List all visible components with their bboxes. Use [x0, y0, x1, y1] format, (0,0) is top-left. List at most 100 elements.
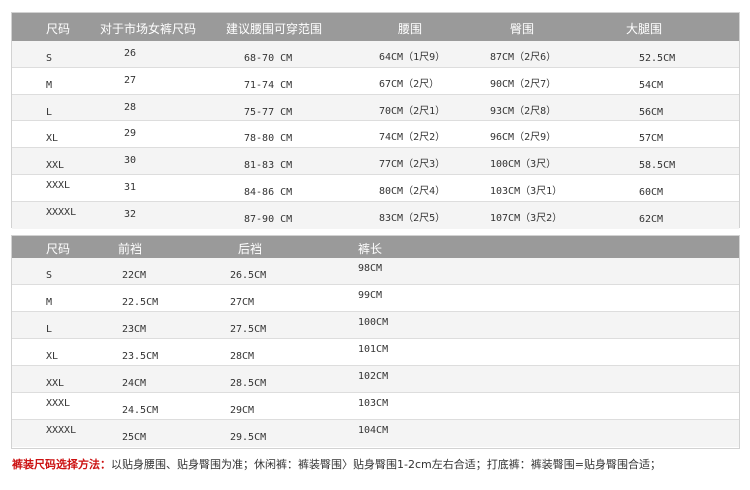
- cell-back-rise: 28.5CM: [230, 378, 267, 389]
- cell-waist: 67CM（2尺）: [379, 78, 440, 90]
- size-table-main-body: S 26 68-70 CM 64CM（1尺9） 87CM（2尺6） 52.5CM…: [12, 41, 739, 229]
- cell-size: XXL: [46, 378, 65, 389]
- cell-length: 102CM: [358, 371, 389, 382]
- table-row: XXXXL 25CM 29.5CM 104CM: [12, 420, 739, 447]
- cell-market-size: 31: [124, 181, 137, 193]
- cell-length: 103CM: [358, 398, 389, 409]
- cell-hip: 87CM（2尺6）: [490, 52, 557, 63]
- cell-size: XXXL: [46, 179, 71, 191]
- note-label: 裤装尺码选择方法：: [12, 458, 111, 471]
- cell-front-rise: 22CM: [122, 270, 147, 281]
- cell-market-size: 27: [124, 74, 137, 86]
- cell-size: M: [46, 79, 53, 91]
- header-front-rise: 前裆: [118, 242, 143, 256]
- cell-back-rise: 26.5CM: [230, 270, 267, 281]
- cell-front-rise: 24.5CM: [122, 405, 159, 416]
- table-row: L 23CM 27.5CM 100CM: [12, 312, 739, 339]
- cell-waist-range: 87-90 CM: [244, 213, 293, 225]
- size-table-main-header: 尺码 对于市场女裤尺码 建议腰围可穿范围 腰围 臀围 大腿围: [12, 13, 739, 41]
- header-length: 裤长: [358, 242, 383, 256]
- table-row: XL 23.5CM 28CM 101CM: [12, 339, 739, 366]
- table-row: XXL 24CM 28.5CM 102CM: [12, 366, 739, 393]
- cell-back-rise: 27CM: [230, 297, 255, 308]
- table-row: S 26 68-70 CM 64CM（1尺9） 87CM（2尺6） 52.5CM: [12, 41, 739, 68]
- note-text: 以贴身腰围、贴身臀围为准；休闲裤：裤装臀围〉贴身臀围1-2cm左右合适；打底裤：…: [111, 458, 661, 471]
- cell-length: 101CM: [358, 344, 389, 355]
- cell-waist: 74CM（2尺2）: [379, 132, 446, 144]
- table-row: M 22.5CM 27CM 99CM: [12, 285, 739, 312]
- cell-front-rise: 23.5CM: [122, 351, 159, 362]
- table-row: S 22CM 26.5CM 98CM: [12, 258, 739, 285]
- cell-size: S: [46, 53, 53, 64]
- cell-waist: 83CM（2尺5）: [379, 212, 446, 224]
- header-back-rise: 后裆: [238, 242, 263, 256]
- cell-thigh: 62CM: [639, 213, 664, 225]
- cell-size: XL: [46, 351, 59, 362]
- cell-thigh: 57CM: [639, 133, 664, 145]
- cell-back-rise: 28CM: [230, 351, 255, 362]
- header-market-size: 对于市场女裤尺码: [100, 22, 197, 36]
- cell-thigh: 58.5CM: [639, 160, 676, 172]
- cell-market-size: 30: [124, 155, 137, 167]
- cell-market-size: 32: [124, 208, 137, 220]
- cell-waist: 80CM（2尺4）: [379, 185, 446, 197]
- cell-waist: 77CM（2尺3）: [379, 159, 446, 171]
- table-row: XXXL 24.5CM 29CM 103CM: [12, 393, 739, 420]
- cell-size: XXXL: [46, 398, 71, 409]
- cell-waist: 70CM（2尺1）: [379, 105, 446, 117]
- cell-waist-range: 71-74 CM: [244, 79, 293, 91]
- cell-thigh: 56CM: [639, 106, 664, 118]
- table-row: M 27 71-74 CM 67CM（2尺） 90CM（2尺7） 54CM: [12, 68, 739, 95]
- header-size: 尺码: [46, 242, 71, 256]
- table-row: L 28 75-77 CM 70CM（2尺1） 93CM（2尺8） 56CM: [12, 94, 739, 122]
- cell-front-rise: 23CM: [122, 324, 147, 335]
- cell-size: L: [46, 324, 53, 335]
- cell-size: XXL: [46, 160, 65, 172]
- table-row: XL 29 78-80 CM 74CM（2尺2） 96CM（2尺9） 57CM: [12, 121, 739, 149]
- cell-hip: 103CM（3尺1）: [490, 185, 563, 197]
- cell-waist-range: 78-80 CM: [244, 133, 293, 145]
- size-table-length: 尺码 前裆 后裆 裤长 S 22CM 26.5CM 98CM M 22.5CM …: [11, 235, 740, 449]
- size-table-length-header: 尺码 前裆 后裆 裤长: [12, 236, 739, 258]
- cell-size: M: [46, 297, 53, 308]
- header-waist-range: 建议腰围可穿范围: [226, 22, 323, 36]
- table-row: XXXL 31 84-86 CM 80CM（2尺4） 103CM（3尺1） 60…: [12, 175, 739, 202]
- cell-waist: 64CM（1尺9）: [379, 52, 446, 63]
- table-row: XXXXL 32 87-90 CM 83CM（2尺5） 107CM（3尺2） 6…: [12, 201, 739, 229]
- cell-market-size: 26: [124, 48, 137, 59]
- cell-hip: 93CM（2尺8）: [490, 105, 557, 117]
- cell-length: 98CM: [358, 263, 383, 274]
- cell-length: 104CM: [358, 425, 389, 436]
- cell-thigh: 54CM: [639, 79, 664, 91]
- cell-thigh: 60CM: [639, 186, 664, 198]
- cell-market-size: 29: [124, 128, 137, 140]
- cell-size: XXXXL: [46, 425, 77, 436]
- cell-hip: 90CM（2尺7）: [490, 78, 557, 90]
- size-table-main: 尺码 对于市场女裤尺码 建议腰围可穿范围 腰围 臀围 大腿围 S 26 68-7…: [11, 12, 740, 229]
- header-waist: 腰围: [398, 22, 423, 36]
- cell-hip: 107CM（3尺2）: [490, 212, 563, 224]
- cell-front-rise: 22.5CM: [122, 297, 159, 308]
- size-selection-note: 裤装尺码选择方法：以贴身腰围、贴身臀围为准；休闲裤：裤装臀围〉贴身臀围1-2cm…: [12, 456, 661, 472]
- cell-length: 100CM: [358, 317, 389, 328]
- cell-size: XL: [46, 133, 59, 145]
- cell-waist-range: 81-83 CM: [244, 160, 293, 172]
- cell-hip: 100CM（3尺）: [490, 159, 557, 171]
- cell-back-rise: 29.5CM: [230, 432, 267, 443]
- cell-length: 99CM: [358, 290, 383, 301]
- cell-size: L: [46, 106, 53, 118]
- cell-back-rise: 29CM: [230, 405, 255, 416]
- size-table-length-body: S 22CM 26.5CM 98CM M 22.5CM 27CM 99CM L …: [12, 258, 739, 447]
- cell-front-rise: 24CM: [122, 378, 147, 389]
- cell-size: S: [46, 270, 53, 281]
- cell-front-rise: 25CM: [122, 432, 147, 443]
- cell-thigh: 52.5CM: [639, 53, 676, 64]
- cell-waist-range: 68-70 CM: [244, 53, 293, 64]
- cell-back-rise: 27.5CM: [230, 324, 267, 335]
- header-size: 尺码: [46, 22, 71, 36]
- cell-hip: 96CM（2尺9）: [490, 132, 557, 144]
- header-thigh: 大腿围: [626, 22, 663, 36]
- table-row: XXL 30 81-83 CM 77CM（2尺3） 100CM（3尺） 58.5…: [12, 148, 739, 175]
- cell-size: XXXXL: [46, 206, 77, 218]
- cell-waist-range: 84-86 CM: [244, 186, 293, 198]
